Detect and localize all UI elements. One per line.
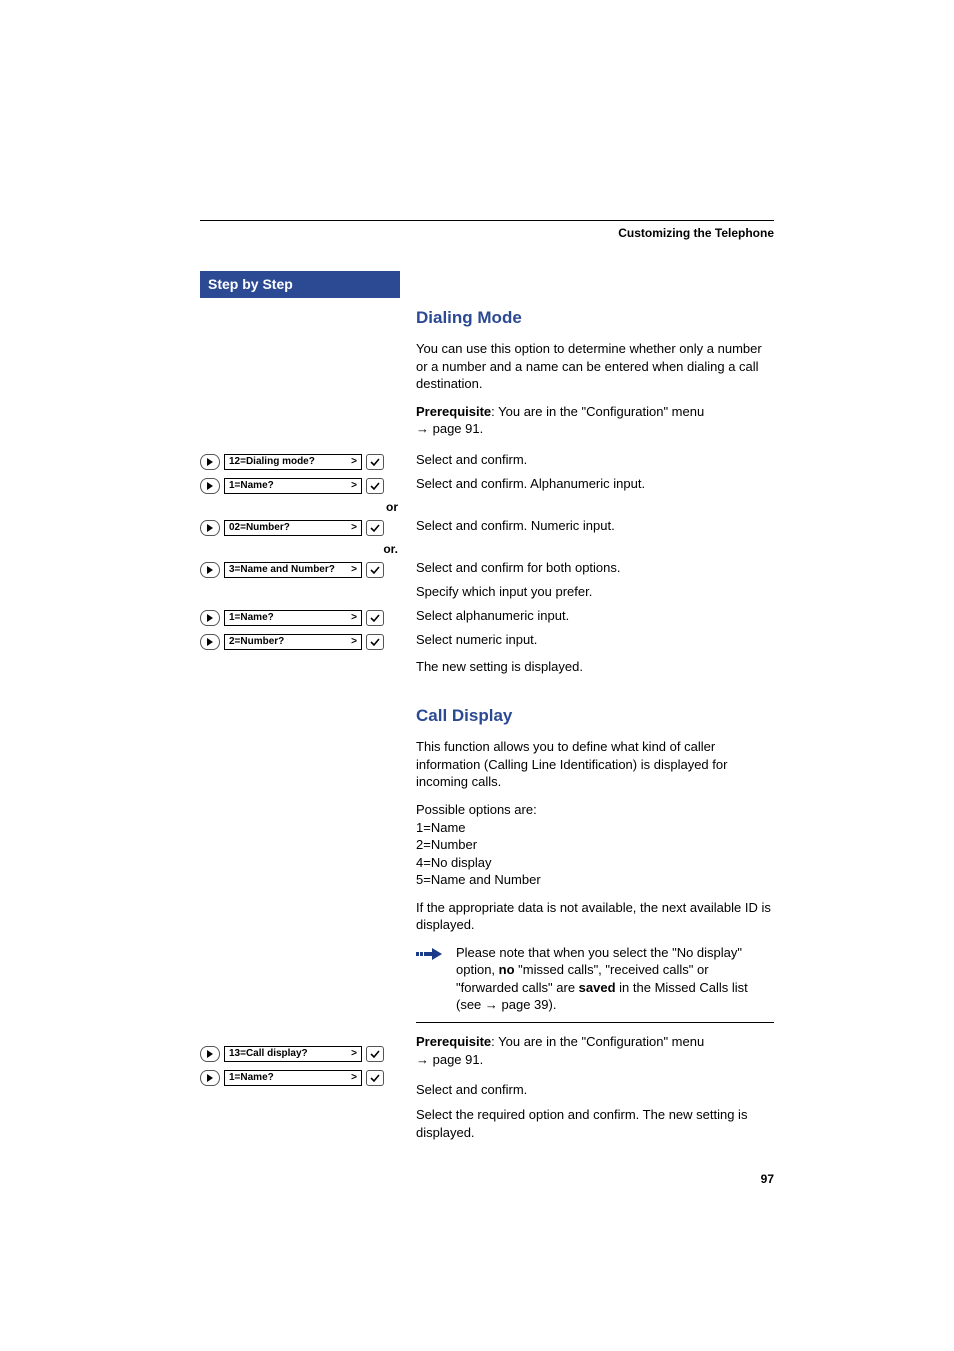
nav-button-icon[interactable] <box>200 634 220 650</box>
note-text: Please note that when you select the "No… <box>456 944 774 1014</box>
chevron-right-icon: > <box>351 1047 357 1061</box>
step-desc: Select and confirm. <box>416 1078 774 1102</box>
calldisplay-prerequisite: Prerequisite: You are in the "Configurat… <box>416 1033 774 1068</box>
dialing-prerequisite: Prerequisite: You are in the "Configurat… <box>416 403 774 438</box>
running-header: Customizing the Telephone <box>200 225 774 241</box>
telephone-display: 1=Name? > <box>224 478 362 494</box>
step-desc: Select and confirm. Numeric input. <box>416 514 774 538</box>
note-arrow-icon <box>416 944 446 1014</box>
step-row: 1=Name? > <box>200 474 400 498</box>
nav-button-icon[interactable] <box>200 1070 220 1086</box>
telephone-display: 13=Call display? > <box>224 1046 362 1062</box>
nav-button-icon[interactable] <box>200 1046 220 1062</box>
or-label: or. <box>200 540 400 558</box>
nav-button-icon[interactable] <box>200 610 220 626</box>
telephone-display: 12=Dialing mode? > <box>224 454 362 470</box>
header-rule <box>200 220 774 221</box>
steps-column: Step by Step 12=Dialing mode? > 1=Name? … <box>200 271 400 1141</box>
calldisplay-intro: This function allows you to define what … <box>416 738 774 791</box>
page-number: 97 <box>200 1171 774 1187</box>
display-text: 1=Name? <box>229 1071 274 1085</box>
step-desc: Specify which input you prefer. <box>416 580 774 604</box>
nav-button-icon[interactable] <box>200 478 220 494</box>
confirm-button-icon[interactable] <box>366 1046 384 1062</box>
step-row: 3=Name and Number? > <box>200 558 400 582</box>
step-row: 13=Call display? > <box>200 1042 400 1066</box>
arrow-right-icon: → <box>485 997 498 1012</box>
page-ref: page 91. <box>429 1052 483 1067</box>
prerequisite-label: Prerequisite <box>416 1034 491 1049</box>
step-desc: Select and confirm. Alphanumeric input. <box>416 472 774 496</box>
step-row: 2=Number? > <box>200 630 400 654</box>
confirm-button-icon[interactable] <box>366 520 384 536</box>
telephone-display: 3=Name and Number? > <box>224 562 362 578</box>
option-item: 4=No display <box>416 855 492 870</box>
step-row: 1=Name? > <box>200 606 400 630</box>
chevron-right-icon: > <box>351 521 357 535</box>
arrow-right-icon: → <box>416 1052 429 1067</box>
confirm-button-icon[interactable] <box>366 634 384 650</box>
step-desc: Select the required option and confirm. … <box>416 1102 774 1141</box>
chevron-right-icon: > <box>351 611 357 625</box>
step-desc: Select numeric input. <box>416 628 774 652</box>
dialing-intro: You can use this option to determine whe… <box>416 340 774 393</box>
display-text: 2=Number? <box>229 635 284 649</box>
step-row: 1=Name? > <box>200 1066 400 1090</box>
calldisplay-fallback: If the appropriate data is not available… <box>416 899 774 934</box>
options-label: Possible options are: <box>416 802 537 817</box>
chevron-right-icon: > <box>351 1071 357 1085</box>
display-text: 02=Number? <box>229 521 290 535</box>
chevron-right-icon: > <box>351 563 357 577</box>
telephone-display: 1=Name? > <box>224 610 362 626</box>
section-heading-call-display: Call Display <box>416 705 774 728</box>
telephone-display: 2=Number? > <box>224 634 362 650</box>
display-text: 3=Name and Number? <box>229 563 335 577</box>
step-by-step-banner: Step by Step <box>200 271 400 298</box>
option-item: 2=Number <box>416 837 477 852</box>
confirm-button-icon[interactable] <box>366 562 384 578</box>
chevron-right-icon: > <box>351 479 357 493</box>
telephone-display: 02=Number? > <box>224 520 362 536</box>
prerequisite-label: Prerequisite <box>416 404 491 419</box>
confirm-button-icon[interactable] <box>366 1070 384 1086</box>
confirm-button-icon[interactable] <box>366 610 384 626</box>
arrow-right-icon: → <box>416 421 429 436</box>
step-row: 02=Number? > <box>200 516 400 540</box>
step-row: 12=Dialing mode? > <box>200 450 400 474</box>
confirm-button-icon[interactable] <box>366 478 384 494</box>
option-item: 5=Name and Number <box>416 872 541 887</box>
chevron-right-icon: > <box>351 635 357 649</box>
section-heading-dialing-mode: Dialing Mode <box>416 307 774 330</box>
display-text: 1=Name? <box>229 611 274 625</box>
step-desc: Select and confirm. <box>416 448 774 472</box>
body-column: Dialing Mode You can use this option to … <box>416 271 774 1141</box>
prerequisite-text: : You are in the "Configuration" menu <box>491 1034 704 1049</box>
display-text: 1=Name? <box>229 479 274 493</box>
option-item: 1=Name <box>416 820 466 835</box>
note-box: Please note that when you select the "No… <box>416 944 774 1023</box>
page-ref: page 39). <box>498 997 557 1012</box>
nav-button-icon[interactable] <box>200 562 220 578</box>
step-desc: Select alphanumeric input. <box>416 604 774 628</box>
note-bold: no <box>499 962 515 977</box>
calldisplay-options: Possible options are: 1=Name 2=Number 4=… <box>416 801 774 889</box>
telephone-display: 1=Name? > <box>224 1070 362 1086</box>
page-ref: page 91. <box>429 421 483 436</box>
confirm-button-icon[interactable] <box>366 454 384 470</box>
chevron-right-icon: > <box>351 455 357 469</box>
nav-button-icon[interactable] <box>200 520 220 536</box>
dialing-result: The new setting is displayed. <box>416 658 774 676</box>
or-label: or <box>200 498 400 516</box>
display-text: 13=Call display? <box>229 1047 308 1061</box>
prerequisite-text: : You are in the "Configuration" menu <box>491 404 704 419</box>
nav-button-icon[interactable] <box>200 454 220 470</box>
display-text: 12=Dialing mode? <box>229 455 315 469</box>
step-desc: Select and confirm for both options. <box>416 556 774 580</box>
note-bold: saved <box>579 980 616 995</box>
